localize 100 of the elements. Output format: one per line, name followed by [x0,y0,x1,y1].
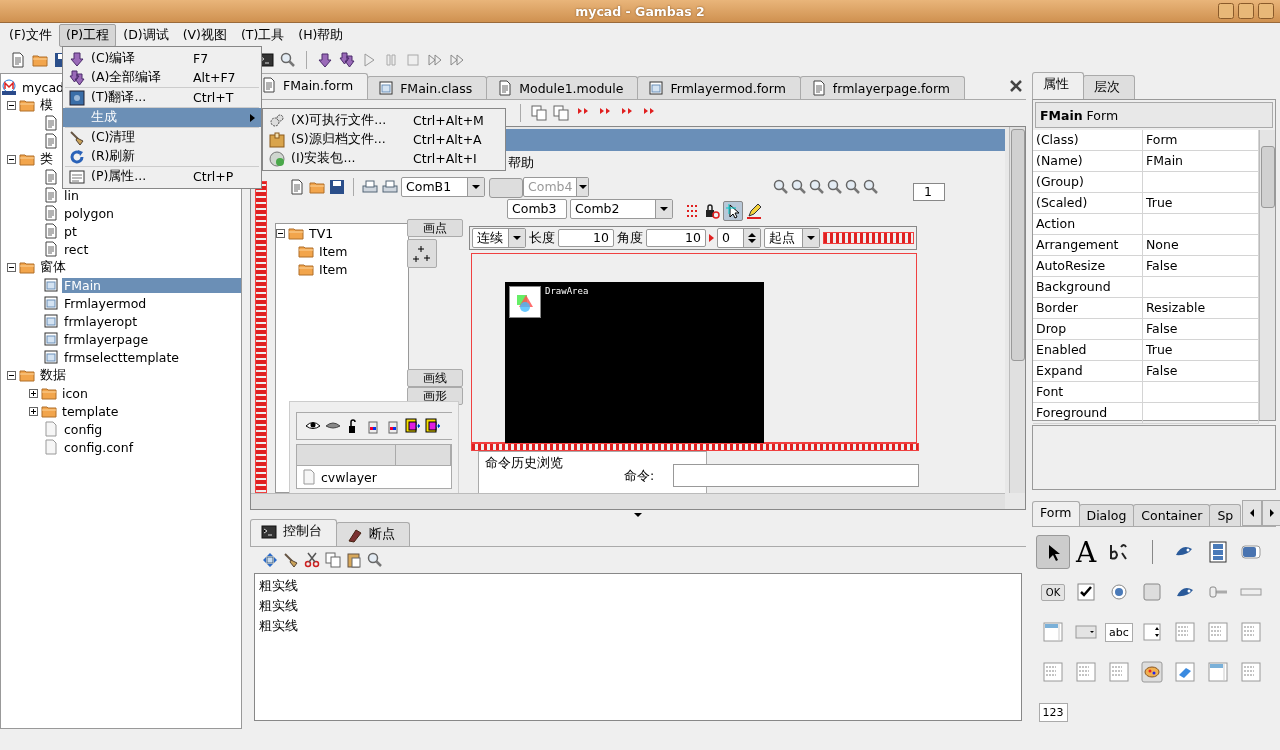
paste-icon[interactable] [346,552,362,568]
lock-icon[interactable] [704,203,720,219]
open-folder-icon[interactable] [32,52,48,68]
number-tool[interactable]: 123 [1038,702,1068,722]
tree-item[interactable]: Item [317,261,350,277]
combo-box[interactable]: Comb2 [570,199,673,219]
horizontal-scrollbar[interactable] [251,493,1005,509]
window-icon[interactable] [1207,661,1229,683]
menu-entry[interactable]: (C)清理 [63,128,261,147]
textbox-tool[interactable]: abc [1105,622,1133,642]
zoom-icon[interactable] [845,179,861,195]
combo-box[interactable]: ComB1 [401,177,485,197]
editor-tab[interactable]: Frmlayermod.form [637,76,801,99]
print-icon[interactable] [382,179,398,195]
copy-icon[interactable] [531,105,547,121]
tree-item[interactable]: lin [62,187,81,203]
zoom-icon[interactable] [809,179,825,195]
pointer-tool[interactable] [1036,535,1070,569]
separator-tool[interactable] [1151,540,1153,564]
checkbox-icon[interactable] [1076,582,1096,602]
menu-item[interactable]: (D)调试 [116,23,176,47]
points-button[interactable] [407,239,437,268]
editor-tab[interactable]: frmlayerpage.form [799,76,966,99]
spinbox-icon[interactable] [1141,621,1163,643]
panel-tab[interactable]: 属性 [1032,72,1084,99]
step-icon[interactable] [449,52,465,68]
double-arrow-icon[interactable] [339,52,355,68]
print-icon[interactable] [362,179,378,195]
menu-entry[interactable]: (C)编译 F7 [63,49,261,68]
spin-box[interactable]: 0 [717,228,761,248]
tool-button[interactable]: 画线 [407,369,463,387]
tree-item[interactable]: config.conf [62,439,136,455]
panel-icon[interactable] [1142,582,1162,602]
broom-icon[interactable] [283,552,299,568]
radio-icon[interactable] [1109,582,1129,602]
layer-icon[interactable] [405,418,421,434]
tree-item[interactable]: config [62,421,105,437]
menu-entry[interactable]: (X)可执行文件... Ctrl+Alt+M [263,111,505,130]
start-combo[interactable]: 起点 [764,228,820,248]
menu-item[interactable]: (F)文件 [2,23,59,47]
tree-item[interactable]: Frmlayermod [62,295,149,311]
tree-item[interactable]: icon [60,385,90,401]
tree-item[interactable]: pt [62,223,79,239]
scroll-left-button[interactable] [1242,500,1263,526]
collapse-icon[interactable] [7,262,16,272]
menu-item[interactable]: (H)帮助 [291,23,351,47]
jar-icon[interactable] [365,418,381,434]
close-icon[interactable] [1008,78,1024,94]
tree-item[interactable]: 类 [38,150,55,168]
cursor-button[interactable] [723,201,743,221]
toolbox-tab[interactable]: Sp [1209,504,1242,526]
vertical-scrollbar[interactable] [1259,130,1275,420]
text-field[interactable]: Comb3 [507,199,567,219]
tool-button[interactable]: 画点 [407,219,463,237]
search-icon[interactable] [280,52,296,68]
page-field[interactable]: 1 [913,183,945,201]
tree-item[interactable]: rect [62,241,91,257]
zoom-icon[interactable] [827,179,843,195]
copy-icon[interactable] [553,105,569,121]
menu-entry[interactable]: (R)刷新 [63,147,261,166]
step-icon[interactable] [427,52,443,68]
expand-icon[interactable] [29,406,38,416]
vertical-scrollbar[interactable] [1009,127,1025,493]
scroll-right-button[interactable] [1262,500,1280,526]
tree-item[interactable]: polygon [62,205,116,221]
angle-field[interactable]: 10 [646,229,706,247]
collapse-icon[interactable] [7,370,16,380]
button-tool[interactable]: OK [1040,583,1066,601]
layer-icon[interactable] [425,418,441,434]
label-tool[interactable]: A [1075,535,1097,569]
jar-icon[interactable] [385,418,401,434]
length-field[interactable]: 10 [558,229,614,247]
pencil-icon[interactable] [746,203,762,219]
palette-icon[interactable] [1141,661,1163,683]
editor-tab[interactable]: Module1.module [486,76,639,99]
menu-entry[interactable]: (T)翻译... Ctrl+T [63,88,261,107]
panel-tab[interactable]: 层次 [1083,75,1135,99]
tree-item[interactable]: frmlayerpage [62,331,151,347]
menu-entry[interactable]: (P)属性... Ctrl+P [63,167,261,186]
tree-item[interactable]: 窗体 [38,258,68,276]
new-file-icon[interactable] [289,179,305,195]
search-icon[interactable] [367,552,383,568]
copy-icon[interactable] [325,552,341,568]
toolbox-tab[interactable]: Container [1133,504,1211,526]
menu-entry[interactable]: (A)全部编译 Alt+F7 [63,68,261,87]
form-menu-item[interactable]: 帮助 [508,155,534,172]
toolbox-tab[interactable]: Dialog [1078,504,1135,526]
close-button[interactable] [1258,3,1274,19]
eraser-icon[interactable] [1174,661,1196,683]
command-field[interactable] [673,464,919,487]
toolbox-tab[interactable]: Form [1032,501,1080,526]
film-icon[interactable] [1207,541,1229,563]
tree-item[interactable]: frmselecttemplate [62,349,182,365]
list-icon[interactable] [1042,621,1064,643]
zoom-icon[interactable] [863,179,879,195]
new-file-icon[interactable] [10,52,26,68]
tree-item[interactable]: Item [317,243,350,259]
zoom-icon[interactable] [791,179,807,195]
menu-entry[interactable]: (I)安装包... Ctrl+Alt+I [263,149,505,168]
tree-item[interactable]: frmlayeropt [62,313,140,329]
